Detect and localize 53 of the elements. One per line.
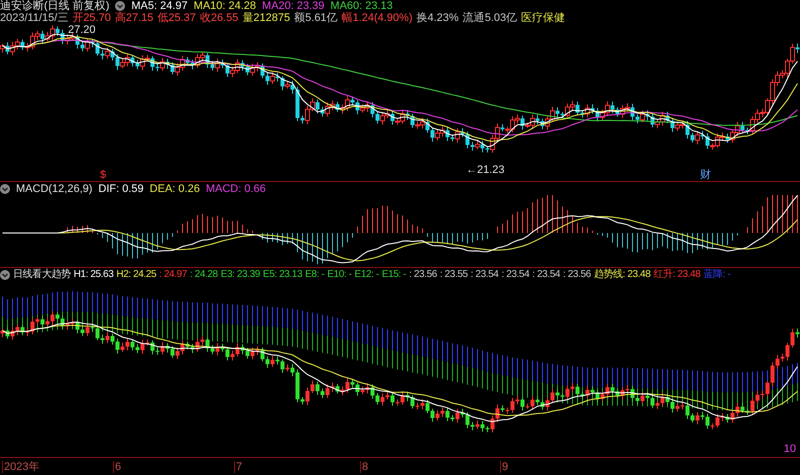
indicator-value: DEA: 0.26 (150, 182, 200, 194)
ma-value: MA60: 23.13 (330, 0, 393, 12)
quote-field: 开25.70 (72, 12, 111, 24)
chart-title: 迪安诊断(日线 前复权) (0, 0, 110, 12)
indicator-value: : 23.54 (470, 269, 498, 281)
indicator-value: E5: 23.13 (262, 269, 302, 281)
indicator-value: MACD: 0.66 (206, 182, 266, 194)
indicator-title: MACD(12,26,9) (16, 182, 92, 194)
axis-label: 6 (113, 461, 122, 473)
axis-label: 7 (234, 461, 242, 473)
event-marker: 财 (700, 169, 711, 181)
indicator-value: E12: - (354, 269, 379, 281)
ma-value: MA5: 24.97 (131, 0, 188, 12)
indicator-value: : 24.28 (190, 269, 218, 281)
quote-field: 流通5.03亿 (462, 12, 518, 24)
indicator-value: E8: - (305, 269, 324, 281)
axis-label: 9 (500, 461, 508, 473)
indicator-value: 蓝降: - (703, 269, 730, 281)
ma-value: MA10: 24.28 (194, 0, 256, 12)
indicator-value: H2: 24.25 (116, 269, 156, 281)
indicator-value: E10: - (327, 269, 352, 281)
indicator-value: 趋势线: 23.48 (594, 269, 650, 281)
indicator-value: E3: 23.39 (220, 269, 260, 281)
price-label: ←21.23 (466, 164, 505, 176)
indicator-value: 红升: 23.48 (653, 269, 700, 281)
indicator-value: DIF: 0.59 (98, 182, 144, 194)
quote-field: 高27.15 (114, 12, 154, 24)
dropdown-icon[interactable] (0, 270, 10, 280)
quote-field: 2023/11/15/三 (0, 12, 68, 24)
indicator-value: : 23.56 (409, 269, 437, 281)
quote-field: 幅1.24(4.90%) (342, 12, 412, 24)
indicator-value: : 24.97 (159, 269, 187, 281)
quote-field: 收26.55 (200, 12, 238, 24)
indicator-value: : 23.54 (532, 269, 560, 281)
quote-field: 换4.23% (416, 12, 459, 24)
quote-field: 额5.61亿 (294, 12, 338, 24)
indicator-value: : 23.56 (563, 269, 591, 281)
ma-value: MA20: 23.39 (262, 0, 324, 12)
corner-label: 10 (784, 443, 796, 455)
axis-label: 8 (360, 461, 368, 473)
indicator-value: H1: 25.63 (74, 269, 114, 281)
price-label: 27.20 (68, 24, 96, 36)
indicator-title: 日线看大趋势 (13, 269, 71, 281)
axis-label: 2023年 (2, 461, 40, 473)
event-marker: $ (100, 169, 106, 181)
dropdown-icon[interactable] (0, 184, 10, 194)
dropdown-icon[interactable] (115, 1, 126, 11)
indicator-value: : 23.54 (501, 269, 530, 281)
quote-field: 低25.37 (157, 12, 196, 24)
quote-field: 医疗保健 (521, 12, 566, 24)
quote-field: 量212875 (242, 12, 290, 24)
indicator-value: E15: - (382, 269, 406, 281)
indicator-value: : 23.55 (440, 269, 468, 281)
